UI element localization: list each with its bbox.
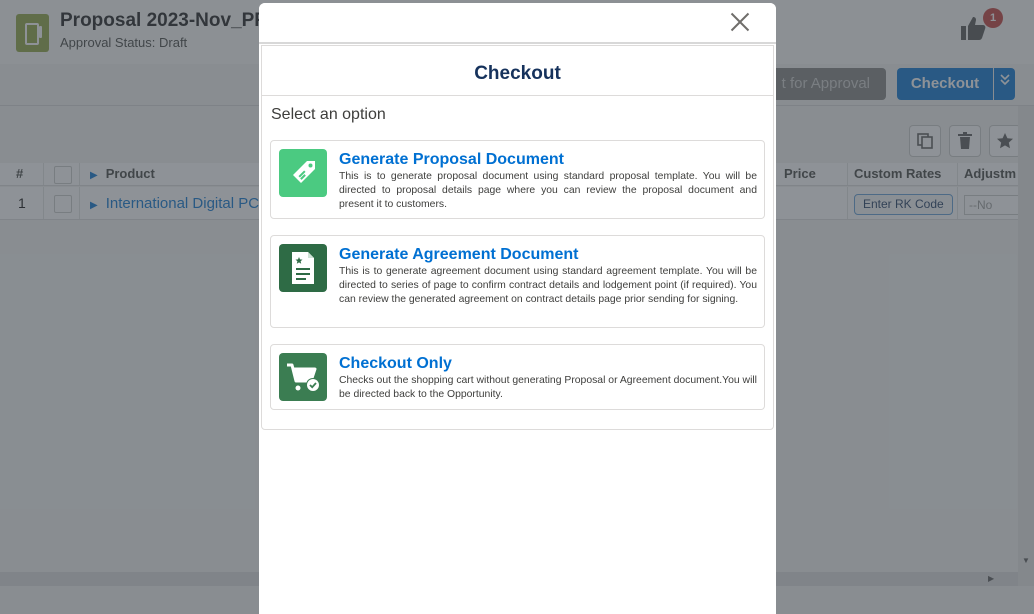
document-icon [279,244,327,292]
checkout-modal: Checkout Select an option Generate Propo… [259,3,776,614]
checkout-panel: Checkout Select an option Generate Propo… [261,45,774,430]
cart-check-icon [279,353,327,401]
option-description: This is to generate proposal document us… [339,171,757,210]
checkout-only-option[interactable]: Checkout Only Checks out the shopping ca… [270,344,765,410]
close-icon[interactable] [725,7,755,37]
modal-title: Checkout [262,46,773,96]
generate-agreement-option[interactable]: Generate Agreement Document This is to g… [270,235,765,328]
option-title[interactable]: Checkout Only [339,355,452,373]
option-title[interactable]: Generate Proposal Document [339,151,564,169]
select-option-label: Select an option [271,106,386,123]
modal-topbar [259,3,776,44]
generate-proposal-option[interactable]: Generate Proposal Document This is to ge… [270,140,765,219]
option-title[interactable]: Generate Agreement Document [339,246,578,264]
option-description: Checks out the shopping cart without gen… [339,375,757,400]
option-description: This is to generate agreement document u… [339,266,757,305]
price-tag-icon [279,149,327,197]
